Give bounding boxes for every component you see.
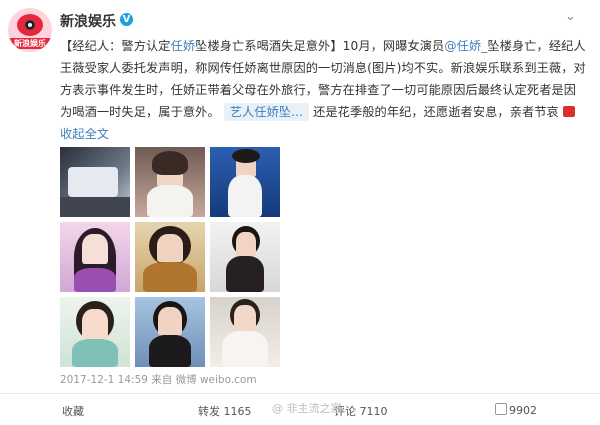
favorite-button[interactable]: 收藏 (62, 403, 84, 419)
comment-label: 评论 7110 (334, 405, 388, 418)
photo-thumbnail[interactable] (60, 147, 130, 217)
thumbs-up-icon (495, 403, 507, 415)
photo-thumbnail[interactable] (60, 222, 130, 292)
verified-badge-icon: V (120, 13, 133, 26)
weibo-eye-logo-icon (17, 14, 43, 36)
post-text-seg2: 坠楼身亡系喝酒失足意外】10月，网曝女演员 (195, 39, 445, 53)
repost-button[interactable]: 转发 1165 (198, 403, 252, 419)
post-text: 【经纪人：警方认定任娇坠楼身亡系喝酒失足意外】10月，网曝女演员@任娇_坠楼身亡… (60, 35, 588, 145)
mention-link[interactable]: 任娇 (171, 39, 196, 53)
timestamp[interactable]: 2017-12-1 14:59 (60, 374, 148, 386)
weibo-post-card: 新浪娱乐 新浪娱乐 V ⌄ 【经纪人：警方认定任娇坠楼身亡系喝酒失足意外】10月… (0, 0, 600, 425)
photo-thumbnail[interactable] (135, 147, 205, 217)
account-name[interactable]: 新浪娱乐 (60, 11, 116, 31)
photo-thumbnail[interactable] (210, 222, 280, 292)
favorite-label: 收藏 (62, 405, 84, 418)
photo-grid (60, 147, 280, 367)
photo-thumbnail[interactable] (210, 297, 280, 367)
red-bag-emoji-icon (562, 106, 575, 117)
photo-thumbnail[interactable] (210, 147, 280, 217)
repost-label: 转发 1165 (198, 405, 252, 418)
post-text-seg4: 还是花季般的年纪，还愿逝者安息，亲者节哀 (313, 105, 559, 119)
link-card[interactable]: 艺人任娇坠... (223, 103, 310, 121)
watermark: @ 非主流之家 (272, 402, 342, 415)
chevron-down-icon[interactable]: ⌄ (565, 9, 576, 24)
mention-link[interactable]: @任娇_ (444, 39, 487, 53)
collapse-text-link[interactable]: 收起全文 (60, 127, 109, 141)
post-text-seg1: 【经纪人：警方认定 (60, 39, 171, 53)
like-button[interactable]: 9902 (495, 403, 537, 417)
avatar[interactable]: 新浪娱乐 (8, 8, 52, 52)
photo-thumbnail[interactable] (135, 222, 205, 292)
source-link[interactable]: 微博 weibo.com (176, 374, 257, 386)
like-count: 9902 (509, 404, 537, 417)
source-prefix: 来自 (151, 374, 173, 386)
photo-thumbnail[interactable] (135, 297, 205, 367)
comment-button[interactable]: 评论 7110 (334, 403, 388, 419)
photo-thumbnail[interactable] (60, 297, 130, 367)
avatar-logo-text: 新浪娱乐 (8, 38, 52, 49)
post-meta: 2017-12-1 14:59 来自 微博 weibo.com (60, 372, 257, 387)
link-card-label: 艺人任娇坠... (229, 105, 304, 119)
